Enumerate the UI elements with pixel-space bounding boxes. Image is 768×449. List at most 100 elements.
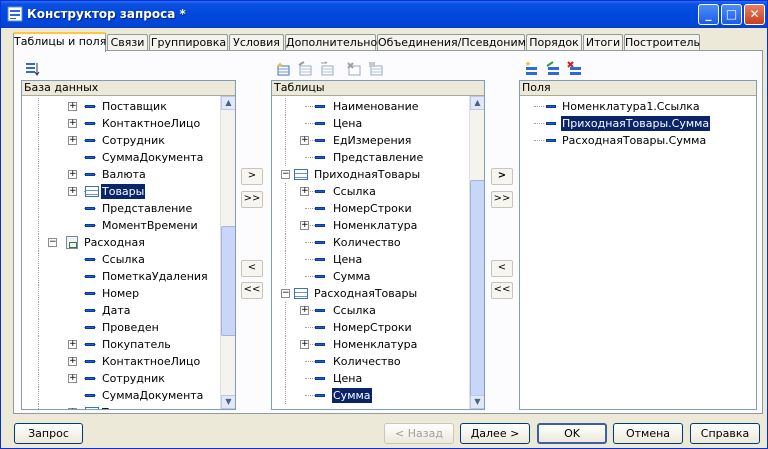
tree-row[interactable]: НомерСтроки xyxy=(272,319,484,336)
expand-icon[interactable]: + xyxy=(300,136,309,145)
database-scrollbar[interactable]: ▲ ▼ xyxy=(220,96,235,409)
tree-row[interactable]: + Поставщик xyxy=(22,98,235,115)
expand-icon[interactable]: + xyxy=(68,374,77,383)
remove-table-button[interactable]: < xyxy=(241,260,263,277)
delete-field-icon[interactable] xyxy=(567,61,583,77)
remove-all-fields-button[interactable]: << xyxy=(491,282,513,299)
tab-order[interactable]: Порядок xyxy=(526,34,582,51)
remove-all-tables-button[interactable]: << xyxy=(241,282,263,299)
edit-table-icon[interactable] xyxy=(297,61,313,77)
expand-icon[interactable]: + xyxy=(68,357,77,366)
expand-icon[interactable]: + xyxy=(300,221,309,230)
tree-row[interactable]: + Сотрудник xyxy=(22,370,235,387)
add-table-icon[interactable] xyxy=(275,61,291,77)
tab-builder[interactable]: Построитель xyxy=(624,34,700,51)
tree-row[interactable]: СуммаДокумента xyxy=(22,149,235,166)
tree-row[interactable]: + Номенклатура xyxy=(272,336,484,353)
tables-tree[interactable]: Наименование Цена + ЕдИзмерения Представлени… xyxy=(272,96,484,409)
expand-icon[interactable]: + xyxy=(300,306,309,315)
scroll-up-icon[interactable]: ▲ xyxy=(221,96,235,110)
expand-icon[interactable]: + xyxy=(68,408,77,409)
tab-unions-aliases[interactable]: Объединения/Псевдонимы xyxy=(377,34,535,51)
tab-links[interactable]: Связи xyxy=(107,34,148,51)
tree-row[interactable]: Представление xyxy=(272,149,484,166)
tables-scrollbar[interactable]: ▲ ▼ xyxy=(469,96,484,409)
remove-field-button[interactable]: < xyxy=(491,260,513,277)
scroll-up-icon[interactable]: ▲ xyxy=(470,96,484,110)
tree-row[interactable]: + ЕдИзмерения xyxy=(272,132,484,149)
add-all-tables-button[interactable]: >> xyxy=(241,191,263,208)
tree-row[interactable]: + КонтактноеЛицо xyxy=(22,353,235,370)
tree-row[interactable]: Наименование xyxy=(272,98,484,115)
tree-row[interactable]: Цена xyxy=(272,115,484,132)
sort-list-icon[interactable] xyxy=(24,61,40,77)
query-button[interactable]: Запрос xyxy=(14,423,83,444)
replace-table-icon[interactable] xyxy=(319,61,335,77)
tree-row[interactable]: Номенклатура1.Ссылка xyxy=(520,98,756,115)
tab-conditions[interactable]: Условия xyxy=(229,34,284,51)
tree-row[interactable]: СуммаДокумента xyxy=(22,387,235,404)
collapse-icon[interactable]: − xyxy=(281,289,290,298)
close-button[interactable]: ✕ xyxy=(744,4,765,25)
collapse-icon[interactable]: − xyxy=(48,238,57,247)
tab-grouping[interactable]: Группировка xyxy=(149,34,228,51)
tab-totals[interactable]: Итоги xyxy=(583,34,623,51)
tree-row[interactable]: + Валюта xyxy=(22,166,235,183)
tree-row[interactable]: + Товары xyxy=(22,404,235,409)
tree-row[interactable]: − Расходная xyxy=(22,234,235,251)
tree-row[interactable]: МоментВремени xyxy=(22,217,235,234)
tree-row[interactable]: ПометкаУдаления xyxy=(22,268,235,285)
tree-row[interactable]: Цена xyxy=(272,370,484,387)
expand-icon[interactable]: + xyxy=(68,187,77,196)
add-field-icon[interactable] xyxy=(523,61,539,77)
tree-row[interactable]: Проведен xyxy=(22,319,235,336)
tree-row[interactable]: Сумма xyxy=(272,387,484,404)
edit-field-icon[interactable] xyxy=(545,61,561,77)
tree-row[interactable]: Номер xyxy=(22,285,235,302)
collapse-icon[interactable]: − xyxy=(281,170,290,179)
minimize-button[interactable]: _ xyxy=(698,4,719,25)
tree-row[interactable]: + Ссылка xyxy=(272,183,484,200)
fields-list[interactable]: Номенклатура1.Ссылка ПриходнаяТовары.Сумм… xyxy=(520,96,756,409)
expand-icon[interactable]: + xyxy=(68,340,77,349)
add-all-fields-button[interactable]: >> xyxy=(491,191,513,208)
cancel-button[interactable]: Отмена xyxy=(613,423,683,444)
tree-row[interactable]: + КонтактноеЛицо xyxy=(22,115,235,132)
tree-row[interactable]: − РасходнаяТовары xyxy=(272,285,484,302)
delete-table-icon[interactable] xyxy=(346,61,362,77)
title-bar[interactable]: Конструктор запроса * _ □ ✕ xyxy=(1,1,767,28)
tree-row[interactable]: РасходнаяТовары.Сумма xyxy=(520,132,756,149)
scroll-thumb[interactable] xyxy=(221,226,235,336)
tree-row[interactable]: + Покупатель xyxy=(22,336,235,353)
expand-icon[interactable]: + xyxy=(68,170,77,179)
table-properties-icon[interactable] xyxy=(368,61,384,77)
scroll-down-icon[interactable]: ▼ xyxy=(470,395,484,409)
ok-button[interactable]: OK xyxy=(537,423,607,444)
tree-row[interactable]: Цена xyxy=(272,251,484,268)
database-tree[interactable]: + Поставщик + КонтактноеЛицо + Сотрудник Сумма… xyxy=(22,96,235,409)
back-button[interactable]: < Назад xyxy=(384,423,454,444)
expand-icon[interactable]: + xyxy=(300,340,309,349)
next-button[interactable]: Далее > xyxy=(460,423,530,444)
expand-icon[interactable]: + xyxy=(68,119,77,128)
tab-advanced[interactable]: Дополнительно xyxy=(285,34,377,51)
tree-row[interactable]: Количество xyxy=(272,234,484,251)
expand-icon[interactable]: + xyxy=(68,102,77,111)
tree-row[interactable]: ПриходнаяТовары.Сумма xyxy=(520,115,756,132)
tree-row[interactable]: Ссылка xyxy=(22,251,235,268)
tree-row[interactable]: Количество xyxy=(272,353,484,370)
tree-row[interactable]: Сумма xyxy=(272,268,484,285)
expand-icon[interactable]: + xyxy=(300,187,309,196)
tree-row[interactable]: Представление xyxy=(22,200,235,217)
tab-tables-and-fields[interactable]: Таблицы и поля xyxy=(13,32,106,52)
scroll-thumb[interactable] xyxy=(470,180,484,396)
add-table-button[interactable]: > xyxy=(241,168,263,185)
expand-icon[interactable]: + xyxy=(68,136,77,145)
tree-row[interactable]: + Сотрудник xyxy=(22,132,235,149)
add-field-button[interactable]: > xyxy=(491,168,513,185)
help-button[interactable]: Справка xyxy=(690,423,760,444)
tree-row[interactable]: Дата xyxy=(22,302,235,319)
scroll-down-icon[interactable]: ▼ xyxy=(221,395,235,409)
tree-row[interactable]: − ПриходнаяТовары xyxy=(272,166,484,183)
tree-row[interactable]: НомерСтроки xyxy=(272,200,484,217)
